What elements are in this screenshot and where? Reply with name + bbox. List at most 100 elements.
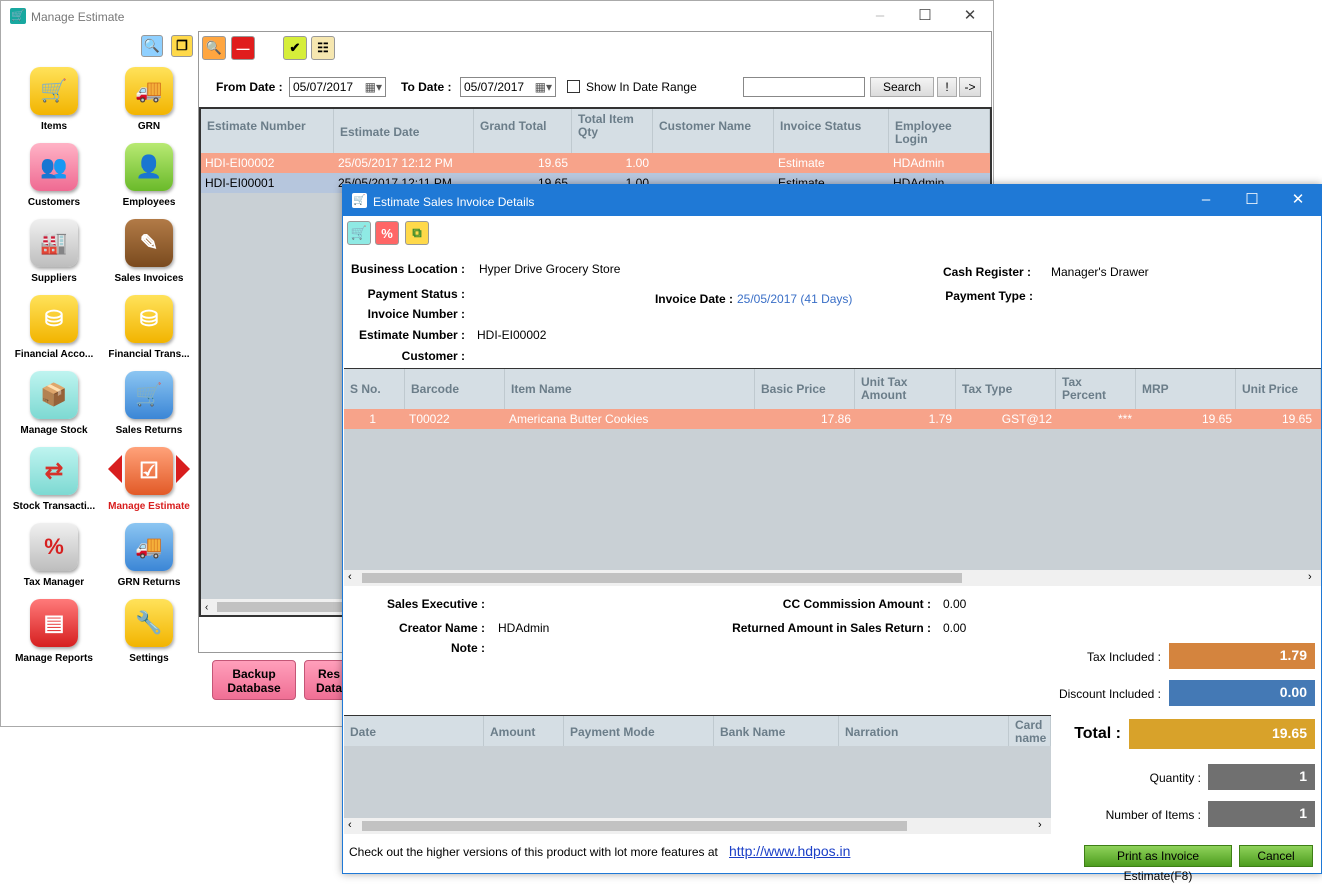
col-date[interactable]: Date xyxy=(344,716,484,746)
percent-icon: % xyxy=(30,523,78,571)
horizontal-scrollbar[interactable]: ‹ xyxy=(201,599,351,615)
sidebar-item-manage-stock[interactable]: 📦 Manage Stock xyxy=(7,367,101,443)
col-employee-login[interactable]: Employee Login xyxy=(889,109,990,153)
sidebar-item-customers[interactable]: 👥 Customers xyxy=(7,139,101,215)
search-icon[interactable]: 🔍 xyxy=(141,35,163,57)
sidebar-item-tax-manager[interactable]: % Tax Manager xyxy=(7,519,101,595)
sidebar-item-grn[interactable]: 🚚 GRN xyxy=(102,63,196,139)
payment-status-label: Payment Status : xyxy=(367,287,465,301)
cart-icon[interactable]: 🛒 xyxy=(347,221,371,245)
col-tax-percent[interactable]: Tax Percent xyxy=(1056,369,1136,409)
customer-label: Customer : xyxy=(401,349,465,363)
approve-icon[interactable]: ✔ xyxy=(283,36,307,60)
to-date-picker[interactable]: 05/07/2017 ▦▾ xyxy=(460,77,556,97)
sidebar-item-employees[interactable]: 👤 Employees xyxy=(102,139,196,215)
sales-executive-label: Sales Executive : xyxy=(386,597,485,611)
cart-icon: 🛒 xyxy=(30,67,78,115)
sidebar-item-grn-returns[interactable]: 🚚 GRN Returns xyxy=(102,519,196,595)
date-range-checkbox[interactable] xyxy=(567,80,580,93)
sidebar-item-financial-transactions[interactable]: ⛁ Financial Trans... xyxy=(102,291,196,367)
col-payment-mode[interactable]: Payment Mode xyxy=(564,716,714,746)
backup-database-button[interactable]: Backup Database xyxy=(212,660,296,700)
main-title: Manage Estimate xyxy=(31,10,125,24)
col-unit-price[interactable]: Unit Price xyxy=(1236,369,1321,409)
note-label: Note : xyxy=(451,641,485,655)
dialog-title-bar: 🛒 Estimate Sales Invoice Details – ☐ ✕ xyxy=(343,185,1321,216)
delete-icon[interactable]: — xyxy=(231,36,255,60)
col-invoice-status[interactable]: Invoice Status xyxy=(774,109,889,153)
person-icon: 👤 xyxy=(125,143,173,191)
col-estimate-date[interactable]: Estimate Date xyxy=(334,109,474,153)
from-date-picker[interactable]: 05/07/2017 ▦▾ xyxy=(289,77,386,97)
table-row[interactable]: HDI-EI00002 25/05/2017 12:12 PM 19.65 1.… xyxy=(201,153,990,173)
col-mrp[interactable]: MRP xyxy=(1136,369,1236,409)
col-estimate-number[interactable]: Estimate Number xyxy=(201,109,334,153)
coins-arrow-icon: ⛁ xyxy=(125,295,173,343)
business-location-value: Hyper Drive Grocery Store xyxy=(479,262,621,276)
dialog-title: Estimate Sales Invoice Details xyxy=(373,195,535,209)
quantity-value: 1 xyxy=(1208,764,1315,790)
search-button[interactable]: Search xyxy=(870,77,934,97)
truck-return-icon: 🚚 xyxy=(125,523,173,571)
cancel-button[interactable]: Cancel xyxy=(1239,845,1313,867)
col-s-no[interactable]: S No. xyxy=(344,369,405,409)
list-icon[interactable]: ☷ xyxy=(311,36,335,60)
discount-icon[interactable]: % xyxy=(375,221,399,245)
col-customer-name[interactable]: Customer Name xyxy=(653,109,774,153)
creator-name-label: Creator Name : xyxy=(398,621,485,635)
col-item-name[interactable]: Item Name xyxy=(505,369,755,409)
sidebar-item-financial-accounts[interactable]: ⛁ Financial Acco... xyxy=(7,291,101,367)
promo-link[interactable]: http://www.hdpos.in xyxy=(729,843,850,859)
col-amount[interactable]: Amount xyxy=(484,716,564,746)
col-narration[interactable]: Narration xyxy=(839,716,1009,746)
items-horizontal-scrollbar[interactable]: ‹ › xyxy=(344,570,1321,586)
total-label: Total : xyxy=(1074,725,1121,742)
dialog-maximize-button[interactable]: ☐ xyxy=(1229,185,1275,215)
main-title-bar: 🛒 Manage Estimate – ☐ ✕ xyxy=(1,1,993,32)
payments-grid: Date Amount Payment Mode Bank Name Narra… xyxy=(344,715,1051,834)
tax-included-value: 1.79 xyxy=(1169,643,1315,669)
creator-name-value: HDAdmin xyxy=(498,621,550,635)
col-barcode[interactable]: Barcode xyxy=(405,369,505,409)
date-range-label: Show In Date Range xyxy=(586,80,697,94)
search-input[interactable] xyxy=(743,77,865,97)
table-row[interactable]: 1 T00022 Americana Butter Cookies 17.86 … xyxy=(344,409,1321,429)
cart-return-icon: 🛒 xyxy=(125,371,173,419)
sidebar-item-items[interactable]: 🛒 Items xyxy=(7,63,101,139)
payments-horizontal-scrollbar[interactable]: ‹ › xyxy=(344,818,1051,834)
close-button[interactable]: ✕ xyxy=(947,1,993,31)
items-grid: S No. Barcode Item Name Basic Price Unit… xyxy=(344,368,1321,586)
windows-icon[interactable]: ❐ xyxy=(171,35,193,57)
next-button[interactable]: -> xyxy=(959,77,981,97)
invoice-date-value: 25/05/2017 (41 Days) xyxy=(737,292,853,306)
from-date-label: From Date : xyxy=(216,80,283,94)
print-estimate-button[interactable]: Print as Invoice Estimate(F8) xyxy=(1084,845,1232,883)
returned-amount-value: 0.00 xyxy=(943,621,967,635)
report-icon: ▤ xyxy=(30,599,78,647)
maximize-button[interactable]: ☐ xyxy=(902,1,948,31)
sidebar-item-settings[interactable]: 🔧 Settings xyxy=(102,595,196,671)
col-total-item-qty[interactable]: Total Item Qty xyxy=(572,109,653,153)
col-grand-total[interactable]: Grand Total xyxy=(474,109,572,153)
tax-included-label: Tax Included : xyxy=(1086,650,1161,664)
sidebar-item-sales-invoices[interactable]: ✎ Sales Invoices xyxy=(102,215,196,291)
sidebar-item-manage-reports[interactable]: ▤ Manage Reports xyxy=(7,595,101,671)
bang-button[interactable]: ! xyxy=(937,77,957,97)
col-tax-type[interactable]: Tax Type xyxy=(956,369,1056,409)
sidebar-item-suppliers[interactable]: 🏭 Suppliers xyxy=(7,215,101,291)
col-basic-price[interactable]: Basic Price xyxy=(755,369,855,409)
view-icon[interactable]: 🔍 xyxy=(202,36,226,60)
col-bank-name[interactable]: Bank Name xyxy=(714,716,839,746)
truck-icon: 🚚 xyxy=(125,67,173,115)
sidebar-item-stock-transactions[interactable]: ⇄ Stock Transacti... xyxy=(7,443,101,519)
estimate-number-value: HDI-EI00002 xyxy=(477,328,547,342)
sidebar-item-manage-estimate[interactable]: ☑ Manage Estimate xyxy=(102,443,196,519)
dialog-minimize-button[interactable]: – xyxy=(1183,185,1229,215)
estimate-icon: ☑ xyxy=(125,447,173,495)
network-icon[interactable]: ⧉ xyxy=(405,221,429,245)
sidebar-item-sales-returns[interactable]: 🛒 Sales Returns xyxy=(102,367,196,443)
dialog-close-button[interactable]: ✕ xyxy=(1275,185,1321,215)
minimize-button[interactable]: – xyxy=(857,1,903,31)
number-of-items-value: 1 xyxy=(1208,801,1315,827)
col-unit-tax-amount[interactable]: Unit Tax Amount xyxy=(855,369,956,409)
